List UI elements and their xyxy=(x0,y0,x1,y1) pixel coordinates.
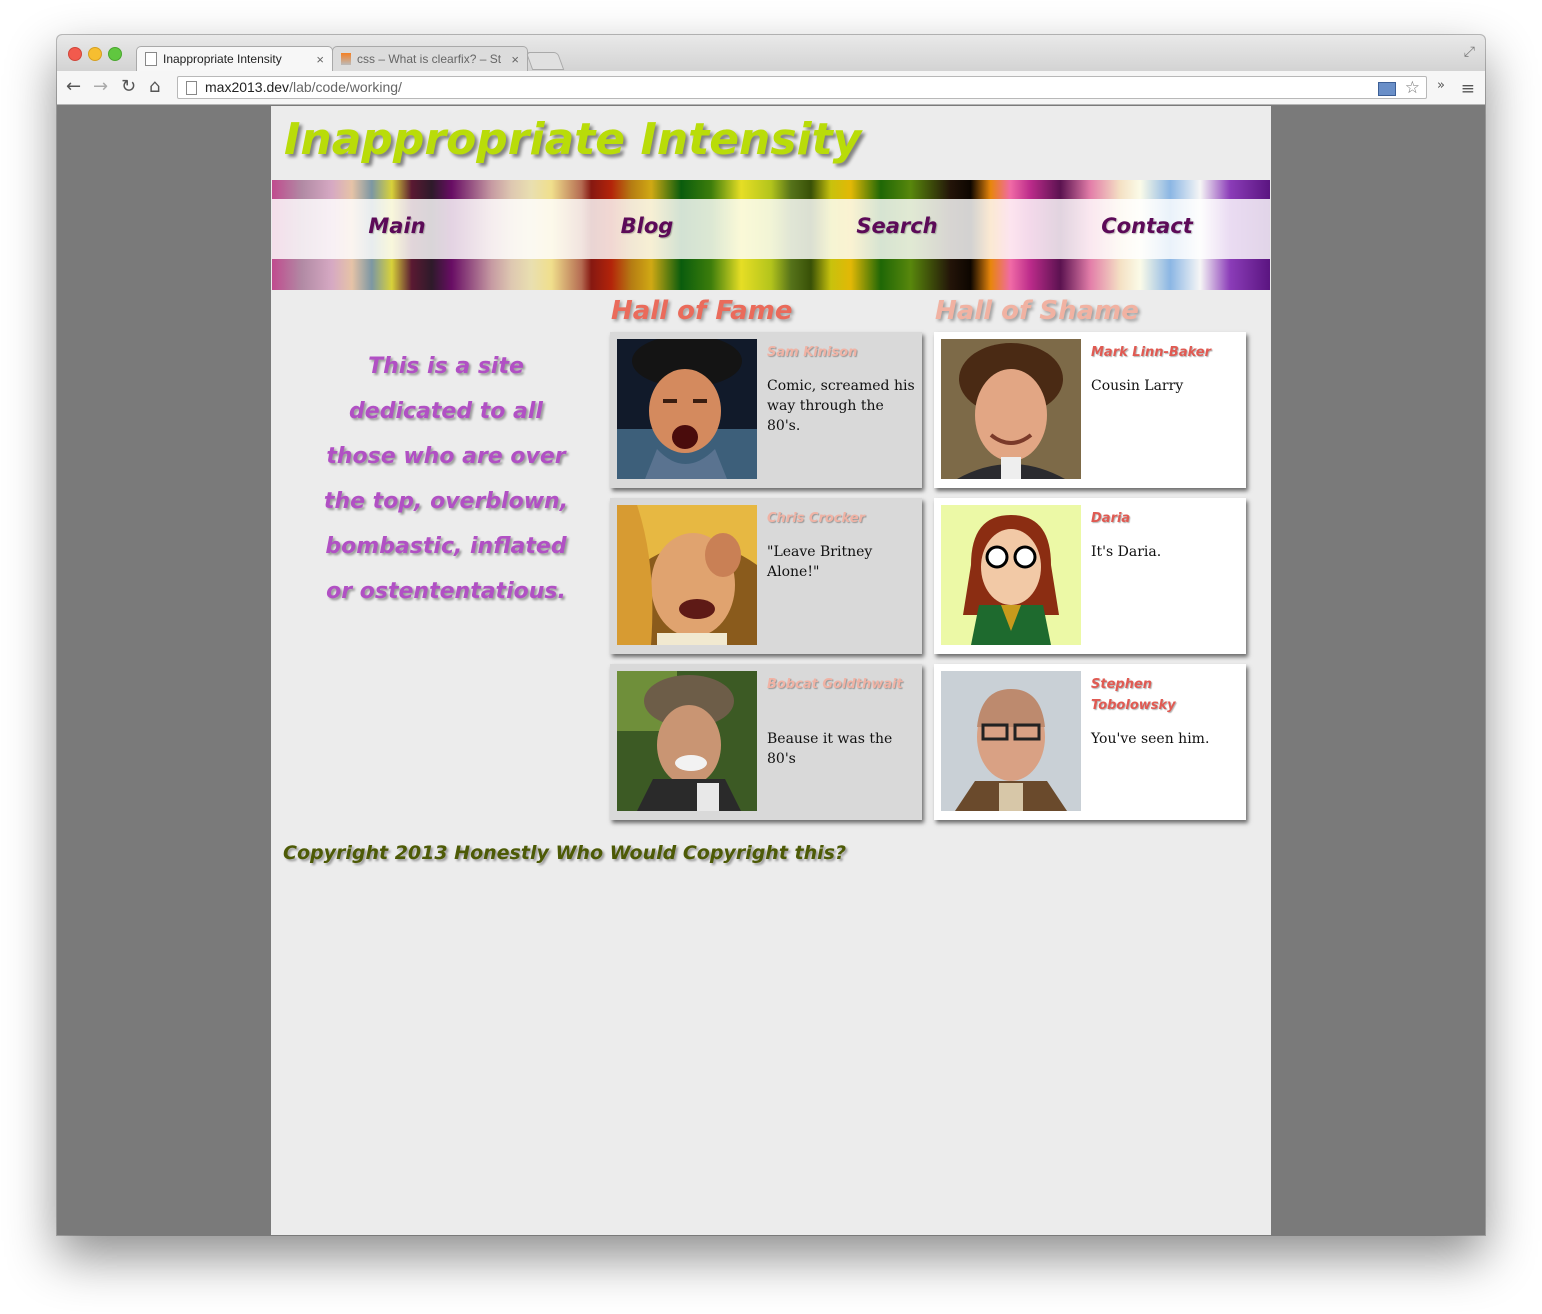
home-icon[interactable]: ⌂ xyxy=(149,77,160,97)
nav-contact[interactable]: Contact xyxy=(1022,214,1272,238)
sam-kinison-photo xyxy=(617,339,757,479)
new-tab-button[interactable] xyxy=(525,52,565,70)
url-host: max2013.dev xyxy=(205,79,290,95)
tab-strip: Inappropriate Intensity × css – What is … xyxy=(57,35,1485,71)
shame-desc: Cousin Larry xyxy=(1091,378,1184,394)
extensions-overflow-icon[interactable]: » xyxy=(1437,78,1445,93)
shame-name: Stephen Tobolowsky xyxy=(1091,677,1176,713)
fame-desc: Beause it was the 80's xyxy=(767,731,893,767)
tab-close-icon[interactable]: × xyxy=(316,52,324,67)
nav-blog[interactable]: Blog xyxy=(522,214,772,238)
tab-inappropriate-intensity[interactable]: Inappropriate Intensity × xyxy=(136,46,333,71)
fame-name: Sam Kinison xyxy=(767,345,858,360)
shame-desc: It's Daria. xyxy=(1091,544,1162,560)
url-text: max2013.dev/lab/code/working/ xyxy=(205,77,402,98)
tab-close-icon[interactable]: × xyxy=(511,52,519,67)
page-icon xyxy=(186,81,197,95)
fame-name: Chris Crocker xyxy=(767,511,865,526)
stephen-tobolowsky-photo xyxy=(941,671,1081,811)
nav-main[interactable]: Main xyxy=(272,214,522,238)
fame-card: Sam Kinison Comic, screamed his way thro… xyxy=(610,332,922,488)
forward-arrow-icon[interactable]: → xyxy=(93,77,108,97)
bobcat-goldthwait-photo xyxy=(617,671,757,811)
site-title: Inappropriate Intensity xyxy=(284,114,862,165)
close-window-button[interactable] xyxy=(68,47,82,61)
daria-photo xyxy=(941,505,1081,645)
hall-of-fame-title: Hall of Fame xyxy=(611,296,793,326)
zoom-window-button[interactable] xyxy=(108,47,122,61)
extension-icon[interactable] xyxy=(1378,82,1396,96)
reload-icon[interactable]: ↻ xyxy=(121,77,136,97)
star-icon[interactable]: ☆ xyxy=(1405,77,1420,98)
page-content: Inappropriate Intensity Main Blog Search… xyxy=(271,106,1271,1235)
nav-bar: Main Blog Search Contact xyxy=(272,180,1270,290)
mark-linn-baker-photo xyxy=(941,339,1081,479)
shame-card: Daria It's Daria. xyxy=(934,498,1246,654)
site-tagline: This is a site dedicated to all those wh… xyxy=(323,354,569,604)
fame-name: Bobcat Goldthwait xyxy=(767,677,903,692)
address-bar[interactable]: max2013.dev/lab/code/working/ ☆ xyxy=(177,76,1427,99)
tab-clearfix[interactable]: css – What is clearfix? – St × xyxy=(332,46,528,71)
shame-card: Mark Linn-Baker Cousin Larry xyxy=(934,332,1246,488)
nav-search[interactable]: Search xyxy=(772,214,1022,238)
fullscreen-icon[interactable]: ⤢ xyxy=(1464,44,1475,60)
minimize-window-button[interactable] xyxy=(88,47,102,61)
chris-crocker-photo xyxy=(617,505,757,645)
stackoverflow-icon xyxy=(341,53,351,65)
url-path: /lab/code/working/ xyxy=(289,79,402,95)
fame-desc: "Leave Britney Alone!" xyxy=(767,544,873,580)
site-footer: Copyright 2013 Honestly Who Would Copyri… xyxy=(283,842,846,864)
hall-of-shame-title: Hall of Shame xyxy=(935,296,1139,326)
fame-desc: Comic, screamed his way through the 80's… xyxy=(767,378,915,434)
tab-title: css – What is clearfix? – St xyxy=(357,52,502,66)
page-icon xyxy=(145,52,157,66)
shame-name: Mark Linn-Baker xyxy=(1091,345,1212,360)
fame-card: Chris Crocker "Leave Britney Alone!" xyxy=(610,498,922,654)
tab-title: Inappropriate Intensity xyxy=(163,52,282,66)
shame-desc: You've seen him. xyxy=(1091,731,1210,747)
menu-icon[interactable]: ≡ xyxy=(1461,79,1475,99)
shame-card: Stephen Tobolowsky You've seen him. xyxy=(934,664,1246,820)
shame-name: Daria xyxy=(1091,511,1131,526)
fame-card: Bobcat Goldthwait Beause it was the 80's xyxy=(610,664,922,820)
browser-toolbar: ← → ↻ ⌂ max2013.dev/lab/code/working/ ☆ … xyxy=(57,71,1485,105)
back-arrow-icon[interactable]: ← xyxy=(66,77,81,97)
browser-window: Inappropriate Intensity × css – What is … xyxy=(57,35,1485,1235)
